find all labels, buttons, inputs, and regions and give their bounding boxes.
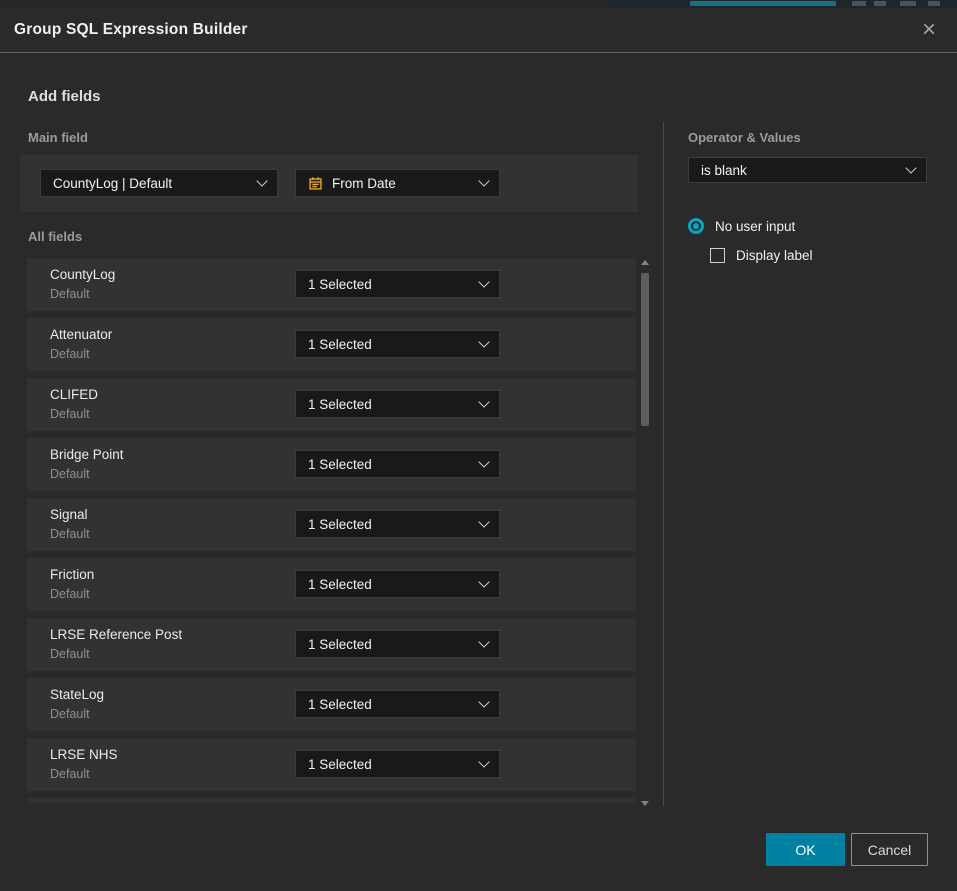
list-scrollbar[interactable]	[640, 256, 650, 808]
calendar-icon	[308, 176, 323, 191]
field-row[interactable]: StateLog Default 1 Selected	[27, 678, 636, 731]
chevron-down-icon	[478, 396, 489, 407]
field-subtitle: Default	[50, 647, 90, 661]
field-select[interactable]: From Date	[295, 169, 500, 197]
group-sql-expression-builder-dialog: Group SQL Expression Builder × Add field…	[0, 8, 957, 891]
field-row[interactable]: LRSE Reference Post Default 1 Selected	[27, 618, 636, 671]
field-subtitle: Default	[50, 347, 90, 361]
field-selection-select[interactable]: 1 Selected	[295, 510, 500, 538]
background-toolbar-icon-fragment	[928, 1, 940, 6]
background-toolbar-icon-fragment	[874, 1, 886, 6]
field-selection-select[interactable]: 1 Selected	[295, 570, 500, 598]
cancel-button[interactable]: Cancel	[851, 833, 928, 866]
chevron-down-icon	[478, 175, 489, 186]
display-label-label: Display label	[736, 248, 813, 263]
chevron-down-icon	[478, 636, 489, 647]
field-selection-value: 1 Selected	[308, 337, 372, 352]
vertical-divider	[663, 122, 664, 806]
no-user-input-radio-row[interactable]: No user input	[688, 218, 795, 234]
field-selection-select[interactable]: 1 Selected	[295, 690, 500, 718]
screen: Group SQL Expression Builder × Add field…	[0, 0, 957, 891]
layer-select-value: CountyLog | Default	[53, 176, 172, 191]
all-fields-list: CountyLog Default 1 Selected Attenuator …	[27, 258, 636, 803]
field-row[interactable]: LRSE NHS Default 1 Selected	[27, 738, 636, 791]
field-name: Attenuator	[50, 327, 112, 342]
no-user-input-label: No user input	[715, 219, 795, 234]
dialog-header: Group SQL Expression Builder ×	[0, 8, 957, 53]
chevron-down-icon	[478, 516, 489, 527]
field-subtitle: Default	[50, 407, 90, 421]
field-name: LRSE NHS	[50, 747, 118, 762]
field-name: CountyLog	[50, 267, 115, 282]
field-name: LRSE Reference Post	[50, 627, 182, 642]
main-field-panel: CountyLog | Default	[20, 155, 638, 212]
field-selection-select[interactable]: 1 Selected	[295, 750, 500, 778]
scroll-down-icon[interactable]	[641, 801, 649, 806]
field-row[interactable]: Friction Default 1 Selected	[27, 558, 636, 611]
close-icon[interactable]: ×	[914, 8, 944, 52]
background-toolbar-icon-fragment	[900, 1, 916, 6]
chevron-down-icon	[256, 175, 267, 186]
all-fields-label: All fields	[28, 229, 82, 244]
ok-button[interactable]: OK	[766, 833, 845, 866]
list-row-clipped[interactable]	[27, 798, 636, 803]
field-selection-select[interactable]: 1 Selected	[295, 390, 500, 418]
field-selection-select[interactable]: 1 Selected	[295, 450, 500, 478]
chevron-down-icon	[478, 696, 489, 707]
field-selection-value: 1 Selected	[308, 577, 372, 592]
scroll-up-icon[interactable]	[641, 260, 649, 265]
field-selection-value: 1 Selected	[308, 517, 372, 532]
display-label-checkbox-row[interactable]: Display label	[710, 248, 813, 263]
field-select-value: From Date	[332, 176, 396, 191]
field-selection-value: 1 Selected	[308, 277, 372, 292]
field-selection-select[interactable]: 1 Selected	[295, 330, 500, 358]
field-subtitle: Default	[50, 587, 90, 601]
field-name: CLIFED	[50, 387, 98, 402]
operator-select-value: is blank	[701, 163, 747, 178]
chevron-down-icon	[478, 456, 489, 467]
operator-values-label: Operator & Values	[688, 130, 801, 145]
field-selection-value: 1 Selected	[308, 697, 372, 712]
field-row[interactable]: Signal Default 1 Selected	[27, 498, 636, 551]
field-subtitle: Default	[50, 287, 90, 301]
radio-button[interactable]	[688, 218, 704, 234]
field-selection-select[interactable]: 1 Selected	[295, 630, 500, 658]
add-fields-heading: Add fields	[28, 88, 101, 105]
field-subtitle: Default	[50, 707, 90, 721]
chevron-down-icon	[478, 276, 489, 287]
field-row[interactable]: CountyLog Default 1 Selected	[27, 258, 636, 311]
chevron-down-icon	[478, 336, 489, 347]
field-name: StateLog	[50, 687, 104, 702]
field-row[interactable]: Attenuator Default 1 Selected	[27, 318, 636, 371]
checkbox[interactable]	[710, 248, 725, 263]
field-selection-value: 1 Selected	[308, 457, 372, 472]
scrollbar-thumb[interactable]	[641, 273, 649, 426]
background-teal-link-fragment	[690, 1, 836, 6]
layer-select[interactable]: CountyLog | Default	[40, 169, 278, 197]
field-subtitle: Default	[50, 467, 90, 481]
chevron-down-icon	[478, 756, 489, 767]
chevron-down-icon	[905, 162, 916, 173]
background-toolbar-icon-fragment	[852, 1, 866, 6]
field-selection-value: 1 Selected	[308, 637, 372, 652]
field-subtitle: Default	[50, 527, 90, 541]
main-field-label: Main field	[28, 130, 88, 145]
background-app-strip	[0, 0, 957, 8]
field-name: Bridge Point	[50, 447, 124, 462]
field-selection-value: 1 Selected	[308, 397, 372, 412]
dialog-title: Group SQL Expression Builder	[14, 8, 248, 52]
field-selection-value: 1 Selected	[308, 757, 372, 772]
operator-select[interactable]: is blank	[688, 157, 927, 183]
chevron-down-icon	[478, 576, 489, 587]
field-name: Friction	[50, 567, 94, 582]
field-name: Signal	[50, 507, 88, 522]
field-subtitle: Default	[50, 767, 90, 781]
field-selection-select[interactable]: 1 Selected	[295, 270, 500, 298]
field-row[interactable]: Bridge Point Default 1 Selected	[27, 438, 636, 491]
field-row[interactable]: CLIFED Default 1 Selected	[27, 378, 636, 431]
